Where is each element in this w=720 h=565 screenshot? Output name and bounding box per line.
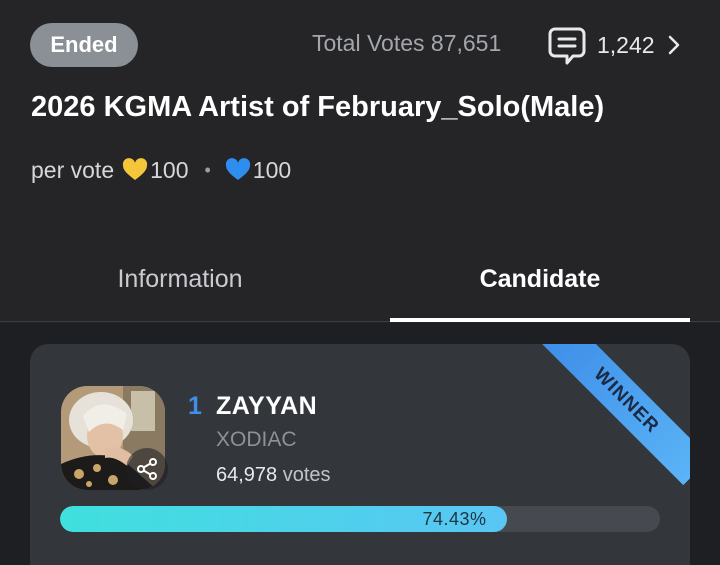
active-tab-indicator	[390, 318, 690, 322]
total-votes: Total Votes 87,651	[312, 30, 501, 57]
candidate-votes: 64,978 votes	[216, 464, 331, 487]
chevron-right-icon	[668, 35, 679, 55]
candidate-votes-unit: votes	[282, 464, 331, 486]
gold-heart-icon	[122, 158, 148, 180]
candidate-rank: 1	[188, 392, 202, 420]
tab-bar: Information Candidate	[0, 236, 720, 322]
vote-percentage: 74.43%	[422, 509, 487, 529]
comment-count: 1,242	[597, 31, 655, 58]
total-votes-label: Total Votes	[312, 30, 425, 56]
candidate-votes-value: 64,978	[216, 464, 278, 486]
comment-bubble-icon	[548, 27, 586, 65]
per-vote-info: per vote 100 • 100	[31, 155, 291, 185]
candidate-name: ZAYYAN	[216, 392, 318, 420]
winner-label: WINNER	[589, 363, 664, 438]
vote-progress-bar: 74.43%	[60, 506, 660, 532]
share-button[interactable]	[126, 448, 168, 490]
candidate-card[interactable]: WINNER 1 ZAYYAN XODIAC 64,978 votes 74.4…	[30, 344, 690, 565]
tab-candidate[interactable]: Candidate	[360, 236, 720, 322]
tab-information[interactable]: Information	[0, 236, 360, 322]
vote-progress-fill: 74.43%	[60, 506, 507, 532]
comments-link[interactable]: 1,242	[547, 24, 681, 66]
status-label: Ended	[50, 32, 118, 57]
candidate-group: XODIAC	[216, 428, 297, 451]
blue-heart-icon	[225, 158, 250, 180]
winner-ribbon: WINNER	[541, 344, 690, 486]
total-votes-value: 87,651	[430, 30, 502, 56]
separator-dot: •	[204, 159, 211, 180]
gold-vote-value: 100	[150, 156, 189, 183]
status-badge: Ended	[30, 23, 138, 67]
blue-vote-value: 100	[252, 156, 292, 183]
share-icon	[137, 458, 157, 480]
per-vote-label: per vote	[31, 156, 115, 183]
page-title: 2026 KGMA Artist of February_Solo(Male)	[31, 91, 605, 123]
